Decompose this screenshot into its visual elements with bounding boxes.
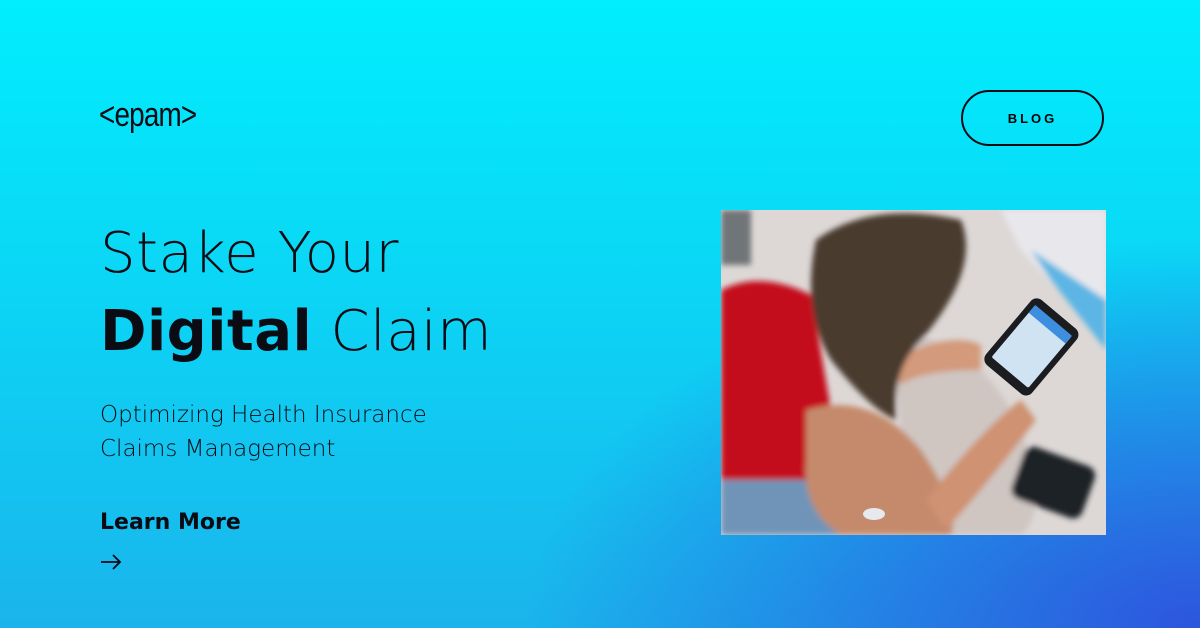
title-rest: Claim [330, 299, 493, 364]
arrow-right-icon[interactable] [100, 553, 122, 575]
title-line-1: Stake Your [100, 221, 400, 286]
subtitle-line-1: Optimizing Health Insurance [100, 402, 427, 428]
epam-logo: <epam> [99, 96, 197, 134]
title-line-2: Digital Claim [100, 293, 492, 371]
hero-photo [721, 210, 1106, 535]
page-title: Stake Your Digital Claim [100, 215, 492, 371]
learn-more-link[interactable]: Learn More [100, 510, 241, 535]
blog-button[interactable]: BLOG [961, 90, 1104, 146]
title-bold-word: Digital [100, 299, 313, 364]
subtitle-line-2: Claims Management [100, 436, 336, 462]
subtitle: Optimizing Health Insurance Claims Manag… [100, 398, 427, 466]
